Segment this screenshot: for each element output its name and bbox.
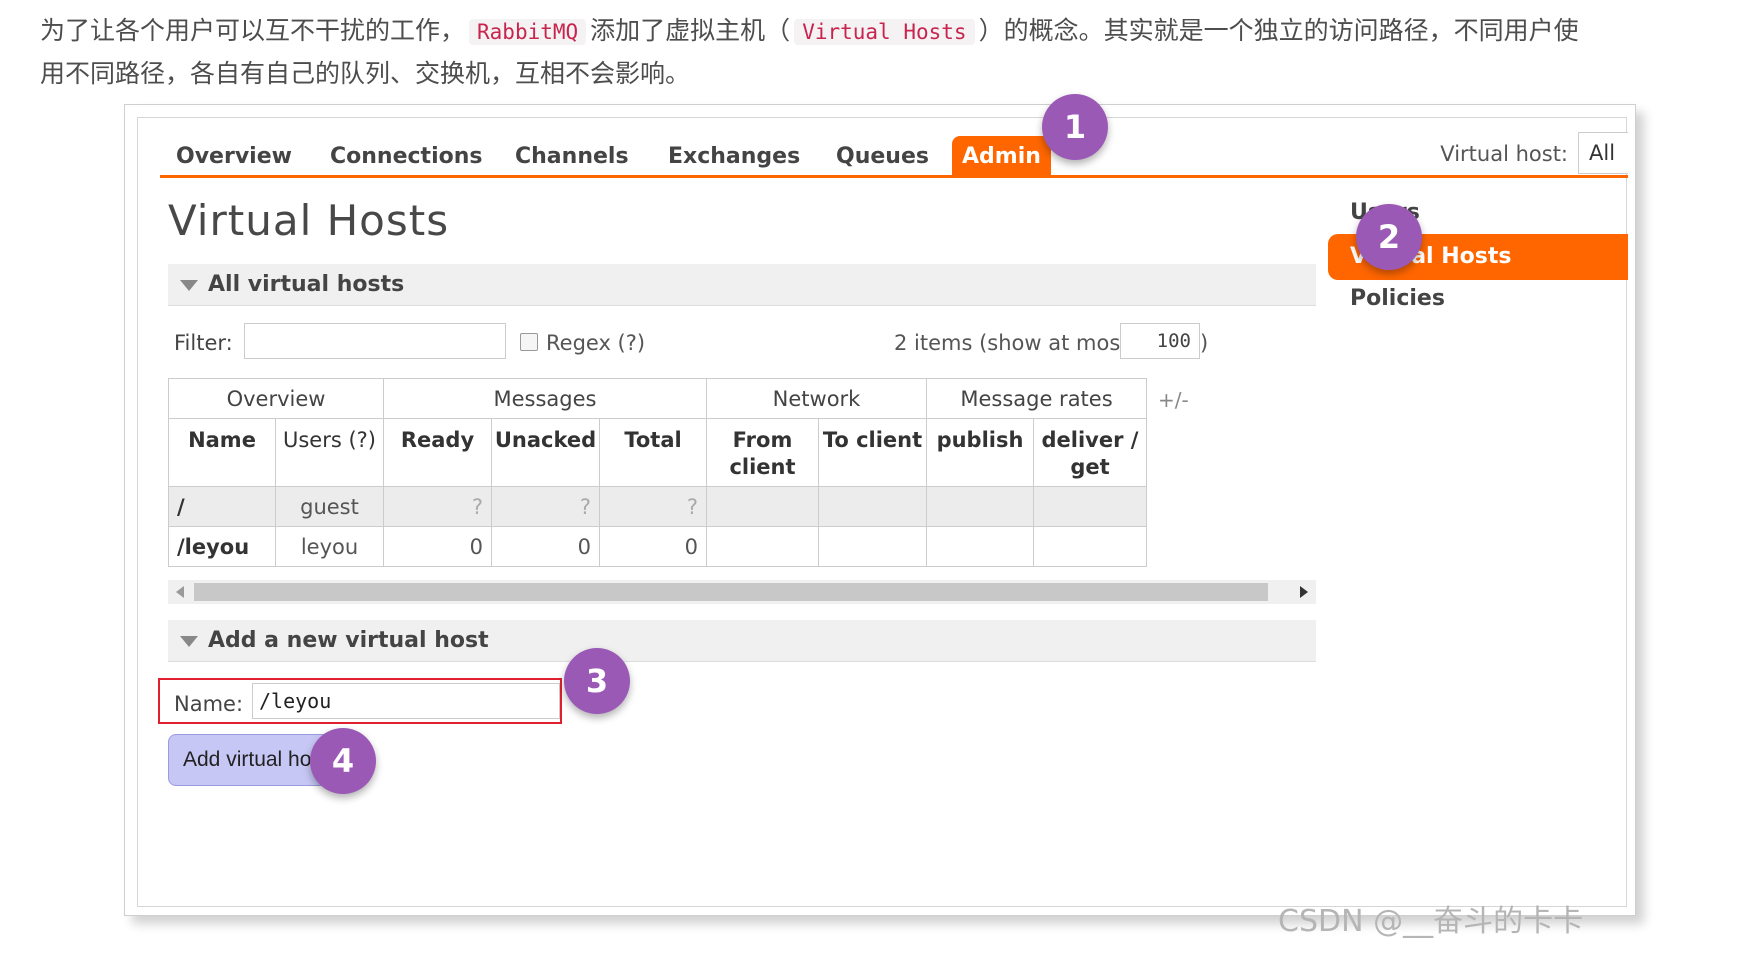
items-count-label: 2 items (show at most: [894, 331, 1129, 355]
top-nav: Overview Connections Channels Exchanges …: [160, 118, 1628, 178]
col-from-client[interactable]: From client: [706, 418, 819, 487]
cell-total: ?: [599, 486, 707, 527]
table-row: / guest ? ? ?: [168, 486, 1147, 527]
group-overview: Overview: [168, 378, 384, 419]
intro-text-2: 添加了虚拟主机（: [590, 16, 791, 45]
cell-publish: [926, 526, 1034, 567]
col-name[interactable]: Name: [168, 418, 276, 487]
filter-label: Filter:: [174, 331, 233, 355]
virtual-host-select[interactable]: All: [1578, 132, 1628, 174]
cell-ready: ?: [383, 486, 492, 527]
section-title: Add a new virtual host: [208, 628, 489, 653]
screenshot-frame: Overview Connections Channels Exchanges …: [124, 94, 1636, 939]
col-users[interactable]: Users (?): [275, 418, 384, 487]
group-messages: Messages: [383, 378, 707, 419]
scroll-right-icon[interactable]: [1300, 586, 1308, 598]
col-deliver-get[interactable]: deliver / get: [1033, 418, 1147, 487]
max-items-input[interactable]: 100: [1120, 323, 1200, 359]
management-ui: Overview Connections Channels Exchanges …: [137, 94, 1628, 939]
table-row: /leyou leyou 0 0 0: [168, 526, 1147, 567]
col-unacked[interactable]: Unacked: [491, 418, 600, 487]
cell-unacked: ?: [491, 486, 600, 527]
sidebar-item-policies[interactable]: Policies: [1338, 276, 1628, 322]
intro-text-3: ）的概念。其实就是一个独立的访问路径，不同用户使: [978, 16, 1579, 45]
collapse-triangle-icon: [180, 280, 198, 291]
cell-unacked: 0: [491, 526, 600, 567]
cell-users: guest: [275, 486, 384, 527]
step-badge-3: 3: [564, 648, 630, 714]
col-publish[interactable]: publish: [926, 418, 1034, 487]
cell-users: leyou: [275, 526, 384, 567]
code-rabbitmq: RabbitMQ: [469, 19, 587, 45]
scroll-thumb[interactable]: [194, 583, 1268, 601]
tab-connections[interactable]: Connections: [320, 136, 492, 178]
cell-to-client: [818, 486, 927, 527]
tab-queues[interactable]: Queues: [826, 136, 939, 178]
cell-from-client: [706, 486, 819, 527]
vhosts-table: Overview Messages Network Message rates …: [168, 378, 1147, 567]
tab-exchanges[interactable]: Exchanges: [658, 136, 810, 178]
step-badge-1: 1: [1042, 94, 1108, 160]
filter-row: Filter: Regex (?) 2 items (show at most …: [174, 323, 1314, 363]
col-total[interactable]: Total: [599, 418, 707, 487]
cell-publish: [926, 486, 1034, 527]
regex-label: Regex (?): [546, 331, 646, 355]
tab-channels[interactable]: Channels: [505, 136, 639, 178]
cell-to-client: [818, 526, 927, 567]
intro-text-4: 用不同路径，各自有自己的队列、交换机，互相不会影响。: [40, 59, 691, 88]
name-label: Name:: [174, 692, 244, 716]
col-ready[interactable]: Ready: [383, 418, 492, 487]
scroll-left-icon[interactable]: [176, 586, 184, 598]
vhost-name-link[interactable]: /leyou: [168, 526, 276, 567]
paren-close: ): [1200, 331, 1209, 355]
section-title: All virtual hosts: [208, 272, 405, 297]
cell-deliver-get: [1033, 486, 1147, 527]
all-vhosts-header[interactable]: All virtual hosts: [168, 264, 1316, 306]
code-virtual-hosts: Virtual Hosts: [794, 19, 975, 45]
columns-toggle-button[interactable]: +/-: [1158, 388, 1189, 412]
virtual-host-label: Virtual host:: [1440, 142, 1568, 166]
cell-deliver-get: [1033, 526, 1147, 567]
page-title: Virtual Hosts: [168, 196, 450, 245]
col-to-client[interactable]: To client: [818, 418, 927, 487]
tab-overview[interactable]: Overview: [166, 136, 302, 178]
regex-checkbox[interactable]: [520, 333, 538, 351]
cell-from-client: [706, 526, 819, 567]
add-vhost-header[interactable]: Add a new virtual host: [168, 620, 1316, 662]
group-network: Network: [706, 378, 927, 419]
collapse-triangle-icon: [180, 636, 198, 647]
name-input[interactable]: /leyou: [252, 683, 560, 719]
name-field-highlight: Name: /leyou: [158, 678, 562, 724]
intro-text-1: 为了让各个用户可以互不干扰的工作，: [40, 16, 466, 45]
watermark: CSDN @__奋斗的卡卡: [1278, 904, 1584, 939]
vhost-name-link[interactable]: /: [168, 486, 276, 527]
cell-ready: 0: [383, 526, 492, 567]
filter-input[interactable]: [244, 323, 506, 359]
step-badge-4: 4: [310, 728, 376, 794]
cell-total: 0: [599, 526, 707, 567]
article-intro: 为了让各个用户可以互不干扰的工作， RabbitMQ 添加了虚拟主机（ Virtual…: [40, 10, 1740, 95]
group-message-rates: Message rates: [926, 378, 1147, 419]
tab-admin[interactable]: Admin: [952, 136, 1051, 178]
horizontal-scrollbar[interactable]: [168, 580, 1316, 604]
step-badge-2: 2: [1356, 204, 1422, 270]
